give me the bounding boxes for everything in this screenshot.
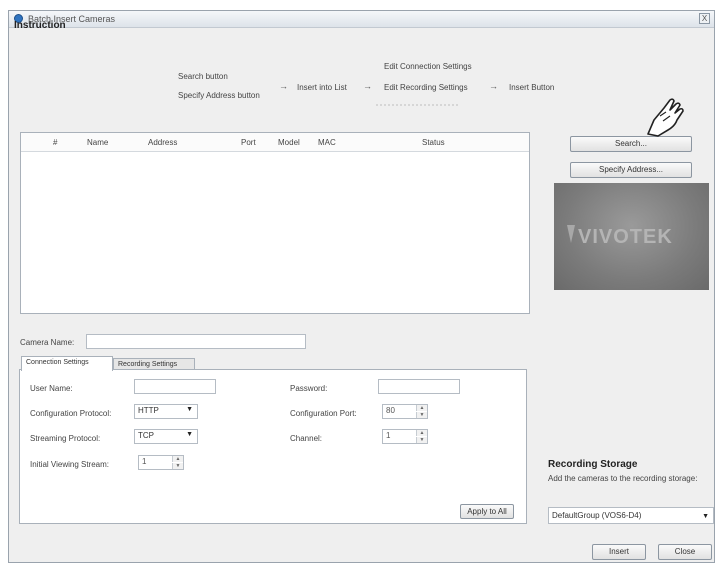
config-protocol-label: Configuration Protocol: bbox=[30, 409, 112, 418]
step-insert-into-list: Insert into List bbox=[297, 83, 347, 92]
camera-name-input[interactable] bbox=[86, 334, 306, 349]
insert-button[interactable]: Insert bbox=[592, 544, 646, 560]
config-protocol-value: HTTP bbox=[138, 406, 159, 415]
col-number[interactable]: # bbox=[53, 138, 57, 147]
channel-stepper[interactable]: 1 ▲ ▼ bbox=[382, 429, 428, 444]
config-port-stepper[interactable]: 80 ▲ ▼ bbox=[382, 404, 428, 419]
user-name-label: User Name: bbox=[30, 384, 73, 393]
password-input[interactable] bbox=[378, 379, 460, 394]
camera-list[interactable]: # Name Address Port Model MAC Status bbox=[20, 132, 530, 314]
channel-label: Channel: bbox=[290, 434, 323, 443]
title-bar[interactable]: Batch Insert Cameras X bbox=[9, 11, 714, 28]
camera-name-label: Camera Name: bbox=[20, 338, 75, 347]
spin-up-icon[interactable]: ▲ bbox=[416, 430, 427, 436]
logo-text: VIVOTEK bbox=[578, 226, 673, 248]
step-insert-button: Insert Button bbox=[509, 83, 555, 92]
recording-storage-description: Add the cameras to the recording storage… bbox=[548, 474, 698, 483]
user-name-input[interactable] bbox=[134, 379, 216, 394]
spin-up-icon[interactable]: ▲ bbox=[416, 405, 427, 411]
instruction-title: Instruction bbox=[14, 20, 66, 31]
dropdown-arrow-icon: ▼ bbox=[186, 431, 193, 438]
col-address[interactable]: Address bbox=[148, 138, 177, 147]
recording-storage-select[interactable]: DefaultGroup (VOS6-D4) ▼ bbox=[548, 507, 714, 524]
step-edit-connection: Edit Connection Settings bbox=[384, 62, 472, 71]
arrow-icon: → bbox=[279, 81, 288, 91]
col-status[interactable]: Status bbox=[422, 138, 445, 147]
recording-storage-title: Recording Storage bbox=[548, 459, 638, 470]
recording-storage-value: DefaultGroup (VOS6-D4) bbox=[552, 511, 642, 520]
specify-address-button[interactable]: Specify Address... bbox=[570, 162, 692, 178]
apply-to-all-button[interactable]: Apply to All bbox=[460, 504, 514, 519]
step-search-button: Search button bbox=[178, 72, 228, 81]
col-model[interactable]: Model bbox=[278, 138, 300, 147]
tab-connection-settings[interactable]: Connection Settings bbox=[21, 356, 113, 371]
initial-stream-label: Initial Viewing Stream: bbox=[30, 460, 109, 469]
streaming-protocol-label: Streaming Protocol: bbox=[30, 434, 101, 443]
initial-stream-stepper[interactable]: 1 ▲ ▼ bbox=[138, 455, 184, 470]
streaming-protocol-select[interactable]: TCP ▼ bbox=[134, 429, 198, 444]
logo-mark-icon bbox=[567, 225, 575, 243]
close-button[interactable]: Close bbox=[658, 544, 712, 560]
step-specify-address: Specify Address button bbox=[178, 91, 260, 100]
channel-value: 1 bbox=[386, 431, 391, 440]
vivotek-logo: VIVOTEK bbox=[554, 183, 709, 290]
config-protocol-select[interactable]: HTTP ▼ bbox=[134, 404, 198, 419]
divider bbox=[376, 99, 458, 106]
pointer-hand-icon bbox=[647, 98, 684, 137]
streaming-protocol-value: TCP bbox=[138, 431, 154, 440]
step-edit-recording: Edit Recording Settings bbox=[384, 83, 468, 92]
col-name[interactable]: Name bbox=[87, 138, 108, 147]
spin-up-icon[interactable]: ▲ bbox=[172, 456, 183, 462]
spin-down-icon[interactable]: ▼ bbox=[172, 463, 183, 469]
col-mac[interactable]: MAC bbox=[318, 138, 336, 147]
arrow-icon: → bbox=[489, 81, 498, 91]
connection-settings-panel: User Name: Password: Configuration Proto… bbox=[19, 369, 527, 524]
spin-down-icon[interactable]: ▼ bbox=[416, 437, 427, 443]
dropdown-arrow-icon: ▼ bbox=[702, 513, 709, 520]
dropdown-arrow-icon: ▼ bbox=[186, 406, 193, 413]
password-label: Password: bbox=[290, 384, 328, 393]
list-header: # Name Address Port Model MAC Status bbox=[21, 133, 529, 152]
arrow-icon: → bbox=[363, 81, 372, 91]
spin-down-icon[interactable]: ▼ bbox=[416, 412, 427, 418]
col-port[interactable]: Port bbox=[241, 138, 256, 147]
initial-stream-value: 1 bbox=[142, 457, 147, 466]
close-window-button[interactable]: X bbox=[699, 13, 710, 24]
config-port-label: Configuration Port: bbox=[290, 409, 357, 418]
config-port-value: 80 bbox=[386, 406, 395, 415]
